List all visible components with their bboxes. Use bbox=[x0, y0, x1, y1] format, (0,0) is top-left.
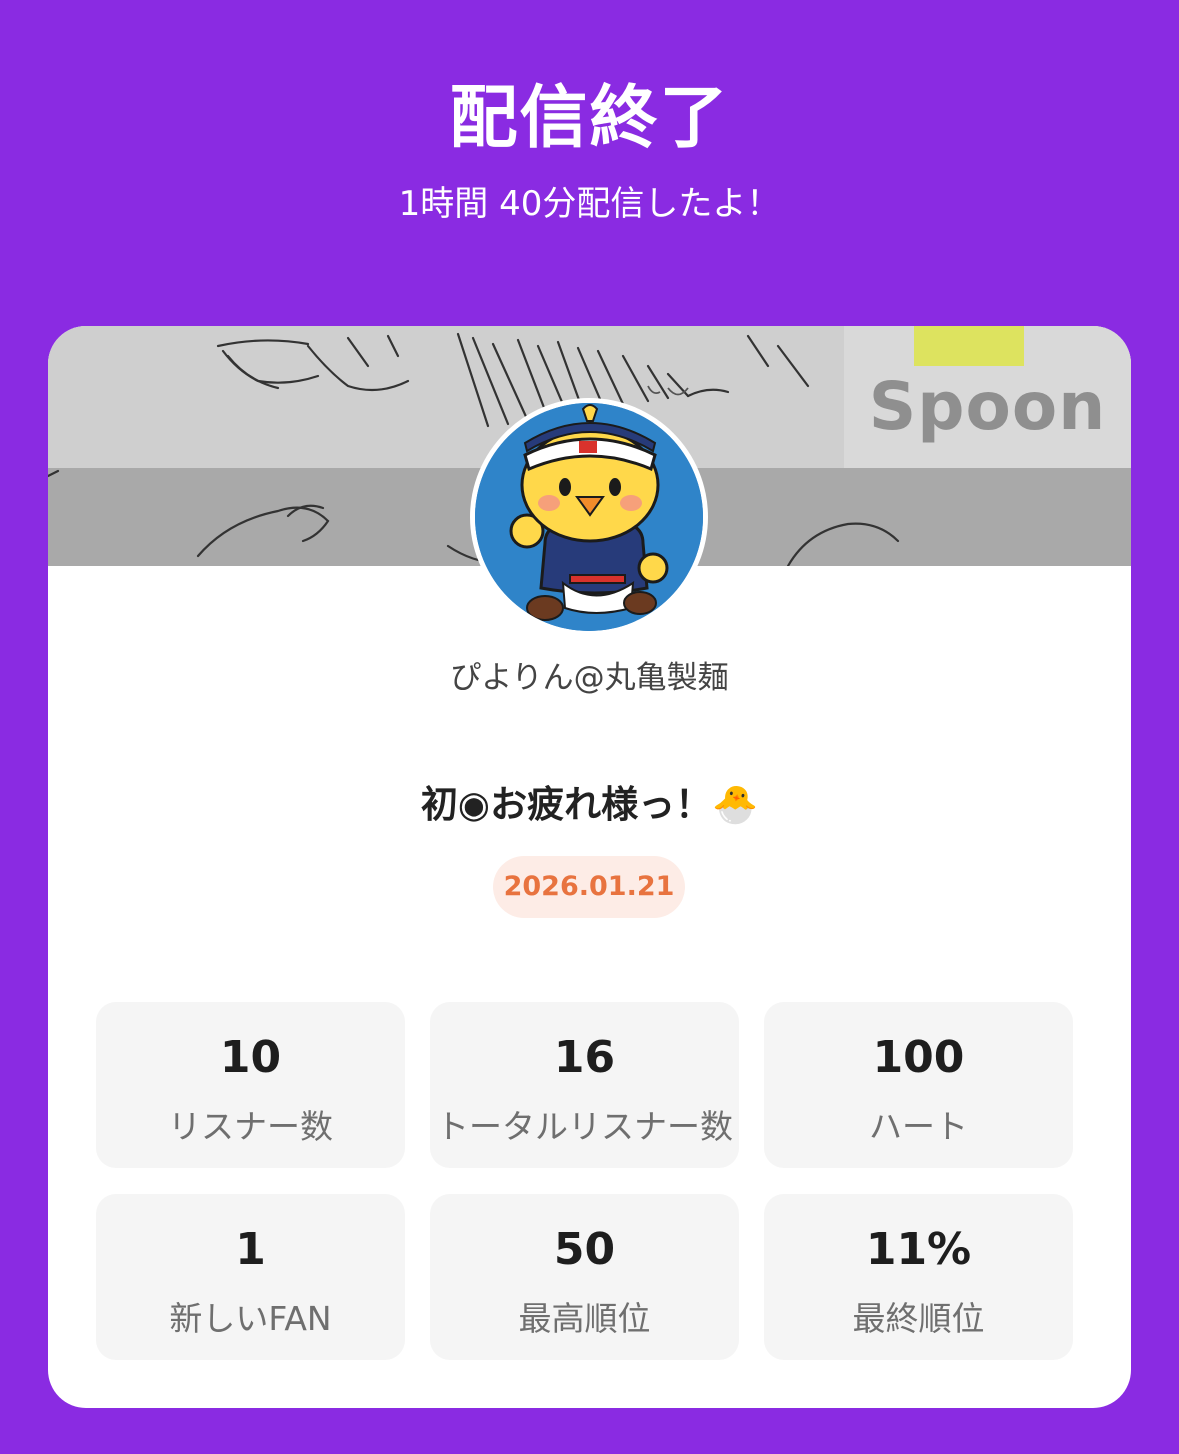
stat-listeners: 10 リスナー数 bbox=[96, 1002, 405, 1168]
spoon-watermark: Spoon bbox=[844, 326, 1131, 468]
stream-end-screen: 配信終了 1時間 40分配信したよ！ Spoon ぴよりん@丸亀製麺 初◉お疲れ… bbox=[0, 0, 1179, 1454]
chick-mascot-icon bbox=[475, 403, 703, 631]
stat-final-rank: 11% 最終順位 bbox=[764, 1194, 1073, 1360]
stat-value: 50 bbox=[553, 1224, 616, 1275]
username: ぴよりん@丸亀製麺 bbox=[450, 660, 729, 696]
stream-title: 初◉お疲れ様っ！🐣 bbox=[420, 783, 759, 826]
stat-value: 16 bbox=[553, 1032, 616, 1083]
page-title: 配信終了 bbox=[449, 79, 730, 158]
stat-value: 1 bbox=[235, 1224, 266, 1275]
stat-new-fans: 1 新しいFAN bbox=[96, 1194, 405, 1360]
stat-label: 新しいFAN bbox=[169, 1299, 332, 1338]
stat-label: 最終順位 bbox=[852, 1299, 985, 1338]
stat-value: 100 bbox=[872, 1032, 965, 1083]
date-badge: 2026.01.21 bbox=[493, 856, 685, 918]
stream-duration-text: 1時間 40分配信したよ！ bbox=[398, 184, 781, 224]
stat-label: 最高順位 bbox=[518, 1299, 651, 1338]
sticky-note bbox=[914, 326, 1024, 366]
stat-label: ハート bbox=[869, 1107, 968, 1146]
stat-hearts: 100 ハート bbox=[764, 1002, 1073, 1168]
stat-label: リスナー数 bbox=[168, 1107, 333, 1146]
stat-label: トータルリスナー数 bbox=[436, 1107, 733, 1146]
avatar[interactable] bbox=[470, 398, 708, 636]
stat-highest-rank: 50 最高順位 bbox=[430, 1194, 739, 1360]
stat-value: 10 bbox=[219, 1032, 282, 1083]
spoon-logo: Spoon bbox=[868, 368, 1107, 445]
result-card: Spoon ぴよりん@丸亀製麺 初◉お疲れ様っ！🐣 2026.01.21 10 … bbox=[48, 326, 1131, 1408]
stat-total-listeners: 16 トータルリスナー数 bbox=[430, 1002, 739, 1168]
stat-value: 11% bbox=[865, 1224, 972, 1275]
